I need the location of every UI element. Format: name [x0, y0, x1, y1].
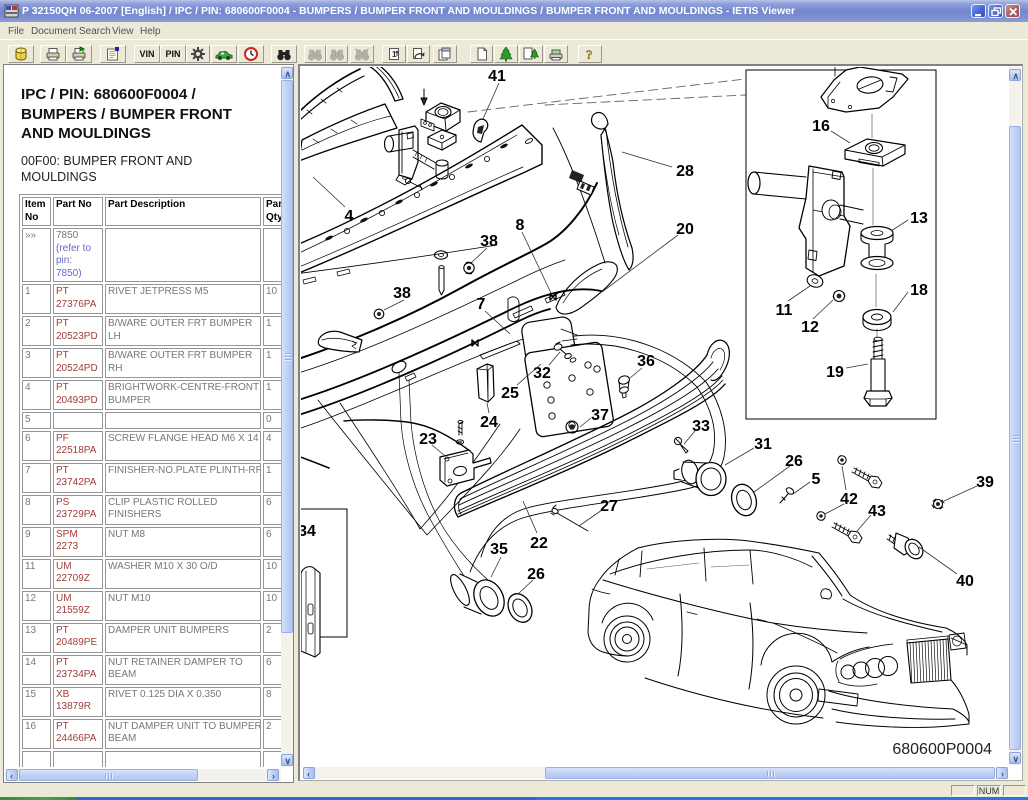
svg-text:40: 40	[956, 573, 974, 590]
svg-text:20: 20	[676, 221, 694, 238]
svg-text:?: ?	[586, 47, 593, 62]
svg-text:680600P0004: 680600P0004	[892, 741, 992, 758]
svg-text:11: 11	[776, 302, 793, 319]
svg-text:25: 25	[501, 385, 519, 402]
svg-text:24: 24	[480, 414, 498, 431]
svg-text:35: 35	[490, 541, 508, 558]
svg-text:37: 37	[591, 407, 609, 424]
svg-text:23: 23	[419, 431, 437, 448]
svg-text:39: 39	[976, 474, 994, 491]
svg-text:19: 19	[826, 364, 844, 381]
svg-text:41: 41	[488, 68, 506, 85]
svg-text:32: 32	[533, 365, 551, 382]
svg-text:8: 8	[516, 217, 525, 234]
svg-text:28: 28	[676, 163, 694, 180]
svg-text:34: 34	[301, 523, 316, 540]
svg-text:33: 33	[692, 418, 710, 435]
svg-text:16: 16	[812, 118, 830, 135]
svg-text:13: 13	[910, 210, 928, 227]
svg-text:43: 43	[868, 503, 886, 520]
svg-text:22: 22	[530, 535, 548, 552]
svg-text:38: 38	[480, 233, 498, 250]
svg-text:12: 12	[801, 319, 819, 336]
svg-text:31: 31	[754, 436, 772, 453]
svg-text:42: 42	[840, 491, 858, 508]
svg-text:36: 36	[637, 353, 655, 370]
svg-text:4: 4	[345, 208, 354, 225]
svg-text:7: 7	[477, 296, 486, 313]
svg-text:26: 26	[527, 566, 545, 583]
svg-text:27: 27	[600, 498, 618, 515]
svg-text:18: 18	[910, 282, 928, 299]
svg-text:38: 38	[393, 285, 411, 302]
svg-text:5: 5	[812, 471, 821, 488]
